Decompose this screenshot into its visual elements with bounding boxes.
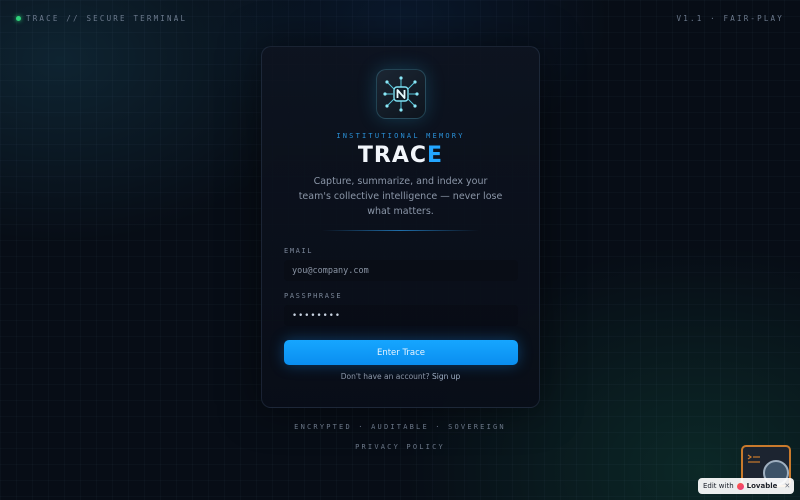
passphrase-label: PASSPHRASE — [284, 292, 343, 300]
terminal-lines-icon — [747, 454, 760, 463]
tagline: Capture, summarize, and index your team'… — [298, 176, 503, 217]
eyebrow-label: INSTITUTIONAL MEMORY — [336, 132, 465, 140]
status-dot-icon — [16, 16, 21, 21]
email-field[interactable] — [284, 260, 518, 281]
passphrase-field[interactable] — [284, 305, 518, 326]
terminal-status: TRACE // SECURE TERMINAL — [16, 14, 187, 23]
divider — [322, 230, 479, 231]
trace-logo-icon — [376, 69, 426, 119]
signup-prompt: Don't have an account? Sign up — [262, 372, 539, 381]
close-icon[interactable]: ✕ — [784, 482, 790, 490]
enter-trace-button[interactable]: Enter Trace — [284, 340, 518, 365]
signup-prompt-text: Don't have an account? — [340, 372, 430, 381]
top-bar: TRACE // SECURE TERMINAL V1.1 · FAIR-PLA… — [16, 14, 784, 23]
privacy-policy-link[interactable]: PRIVACY POLICY — [0, 443, 800, 451]
terminal-title: TRACE // SECURE TERMINAL — [26, 14, 188, 23]
signup-link[interactable]: Sign up — [432, 372, 460, 381]
brand-wordmark-accent: E — [427, 143, 444, 168]
badge-brand: Lovable — [746, 482, 778, 490]
badge-prefix: Edit with — [703, 482, 734, 490]
edit-with-badge[interactable]: Edit with Lovable ✕ — [698, 478, 794, 494]
footer-tags: ENCRYPTED · AUDITABLE · SOVEREIGN — [294, 423, 506, 431]
login-card: INSTITUTIONAL MEMORY TRACE Capture, summ… — [261, 46, 540, 408]
brand-wordmark-main: TRAC — [357, 143, 428, 168]
email-label: EMAIL — [284, 247, 314, 255]
brand-wordmark: TRACE — [262, 143, 539, 168]
heart-icon — [736, 482, 744, 490]
version-label: V1.1 · FAIR-PLAY — [676, 14, 784, 23]
